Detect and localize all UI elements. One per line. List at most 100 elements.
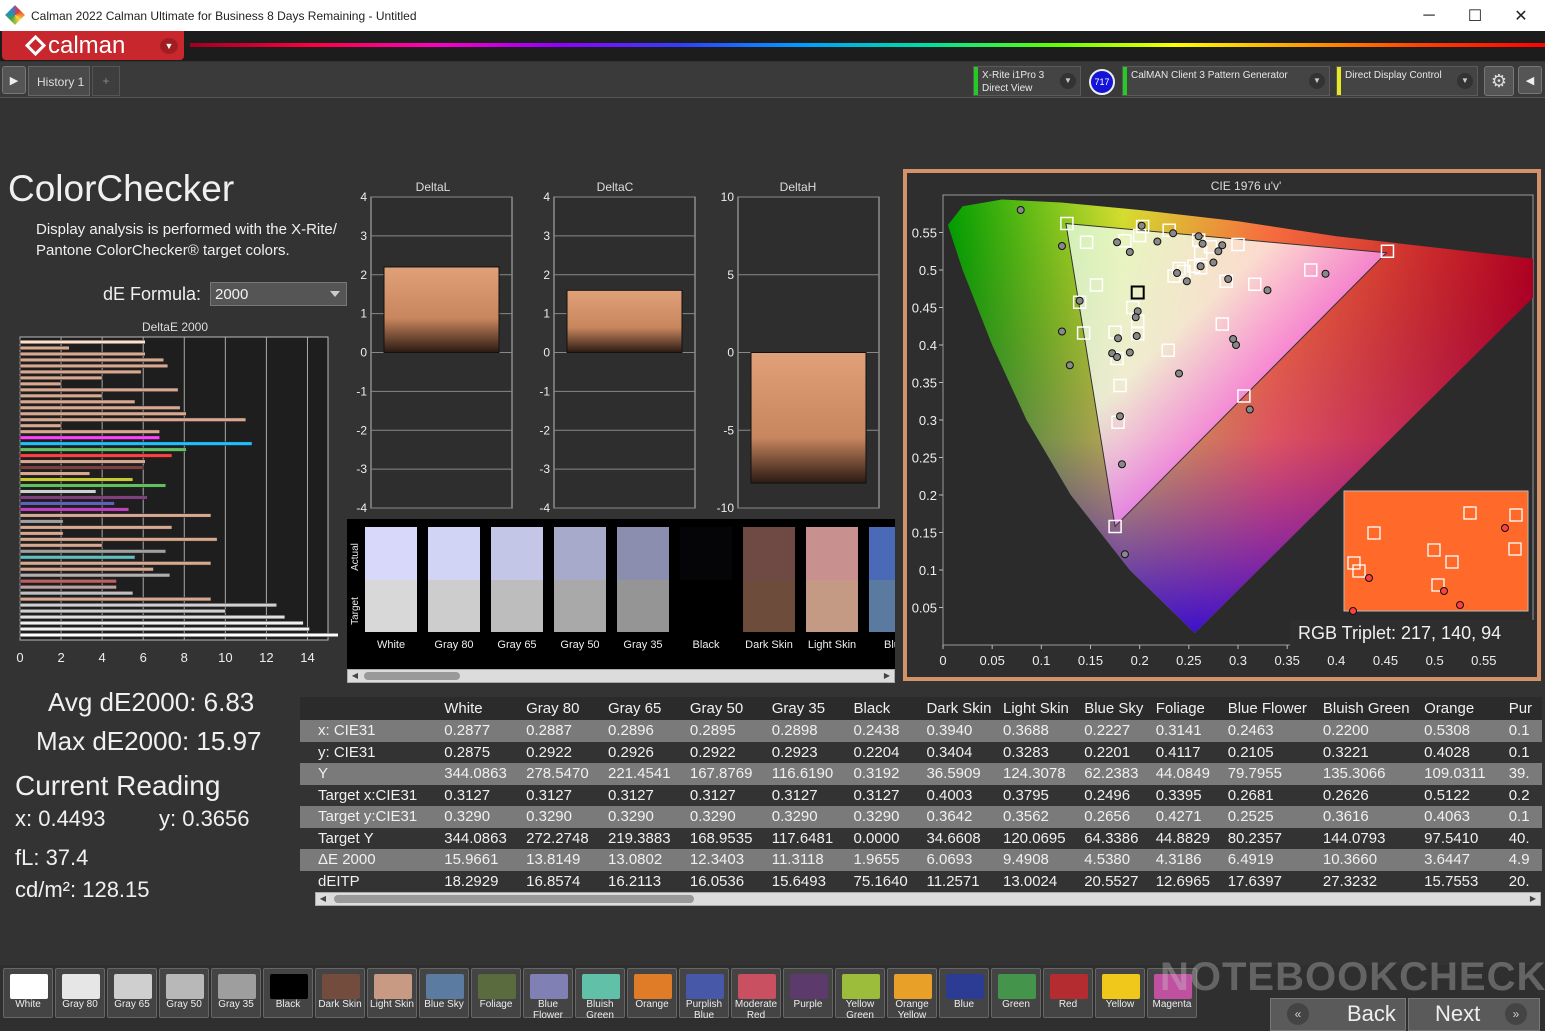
column-header[interactable]: Pur: [1502, 697, 1542, 720]
cie-measurement-point: [1229, 335, 1238, 343]
swatch-label: Black: [693, 639, 720, 651]
deltae-bar: [19, 507, 130, 512]
column-header[interactable]: Gray 65: [601, 697, 684, 720]
patch-selector-moderate-red[interactable]: Moderate Red: [731, 968, 781, 1021]
deltae-bar: [19, 351, 146, 356]
column-header[interactable]: Gray 80: [520, 697, 602, 720]
patch-selector-dark-skin[interactable]: Dark Skin: [315, 968, 365, 1018]
patch-label: Black: [275, 999, 301, 1010]
table-cell: 0.3192: [847, 763, 921, 785]
patch-selector-yellow-green[interactable]: Yellow Green: [835, 968, 885, 1021]
patch-selector-green[interactable]: Green: [991, 968, 1041, 1018]
table-cell: 15.7553: [1418, 870, 1503, 892]
table-row: Target y:CIE31 0.3290 0.3290 0.3290 0.3290 0.…: [300, 806, 1542, 828]
table-cell: 117.6481: [765, 827, 848, 849]
patch-selector-blue-flower[interactable]: Blue Flower: [523, 968, 573, 1021]
patch-chip: [790, 974, 828, 999]
patch-selector-bluish-green[interactable]: Bluish Green: [575, 968, 625, 1021]
patch-selector-gray-50[interactable]: Gray 50: [159, 968, 209, 1018]
close-button[interactable]: ✕: [1498, 0, 1544, 31]
column-header[interactable]: Gray 50: [683, 697, 766, 720]
actual-swatch: [680, 527, 732, 580]
column-header[interactable]: White: [438, 697, 521, 720]
patch-selector-black[interactable]: Black: [263, 968, 313, 1018]
table-cell: 6.0693: [920, 849, 997, 871]
table-cell: 16.8574: [520, 870, 602, 892]
patch-selector-orange-yellow[interactable]: Orange Yellow: [887, 968, 937, 1021]
cie-y-tick-label: 0.05: [912, 601, 937, 616]
expand-right-panel-button[interactable]: ◀: [1518, 66, 1542, 94]
patch-selector-gray-80[interactable]: Gray 80: [55, 968, 105, 1018]
cie-measurement-point: [1182, 277, 1191, 286]
column-header[interactable]: Bluish Green: [1316, 697, 1419, 720]
avg-de: Avg dE2000: 6.83: [48, 687, 255, 717]
table-scrollbar[interactable]: ◀ ▶: [315, 892, 1541, 906]
cie-y-tick-label: 0.1: [919, 563, 937, 578]
minimize-button[interactable]: ─: [1406, 0, 1452, 31]
column-header[interactable]: Light Skin: [997, 697, 1079, 720]
patch-chip: [10, 974, 48, 999]
patch-selector-purplish-blue[interactable]: Purplish Blue: [679, 968, 729, 1021]
calman-menu-button[interactable]: calman ▼: [2, 31, 184, 60]
cie-x-tick-label: 0: [939, 653, 946, 668]
deltae-tick-label: 8: [181, 650, 188, 665]
patch-selector-orange[interactable]: Orange: [627, 968, 677, 1018]
column-header[interactable]: Gray 35: [765, 697, 848, 720]
patch-selector-gray-35[interactable]: Gray 35: [211, 968, 261, 1018]
cie-measurement-point: [1209, 258, 1218, 267]
patch-selector-red[interactable]: Red: [1043, 968, 1093, 1018]
display-control-selector[interactable]: Direct Display Control ▼: [1336, 66, 1478, 96]
table-cell: 0.5122: [1418, 784, 1503, 806]
table-cell: 0.1: [1502, 741, 1542, 763]
delta-tick-label: 1: [360, 307, 367, 321]
meter-badge[interactable]: 717: [1089, 69, 1115, 95]
column-header[interactable]: Dark Skin: [920, 697, 997, 720]
table-cell: 0.3127: [683, 784, 766, 806]
current-fl: fL: 37.4: [15, 845, 89, 870]
maximize-button[interactable]: ☐: [1452, 0, 1498, 31]
patch-selector-light-skin[interactable]: Light Skin: [367, 968, 417, 1018]
deltae-bar: [19, 423, 62, 428]
column-header[interactable]: Orange: [1418, 697, 1503, 720]
column-header[interactable]: Black: [847, 697, 921, 720]
expand-left-panel-button[interactable]: ▶: [2, 66, 26, 94]
swatch-scrollbar[interactable]: ◀ ▶: [347, 669, 895, 683]
table-cell: 0.3940: [920, 720, 997, 742]
table-cell: 0.3290: [847, 806, 921, 828]
table-cell: 0.2496: [1078, 784, 1150, 806]
add-tab-button[interactable]: +: [92, 66, 120, 96]
pattern-generator-selector[interactable]: CalMAN Client 3 Pattern Generator ▼: [1122, 66, 1330, 96]
patch-selector-blue[interactable]: Blue: [939, 968, 989, 1018]
table-cell: 0.4003: [920, 784, 997, 806]
target-swatch: [554, 580, 606, 632]
target-swatch: [428, 580, 480, 632]
settings-button[interactable]: ⚙: [1484, 66, 1514, 96]
meter-selector[interactable]: X-Rite i1Pro 3 Direct View ▼: [973, 66, 1081, 96]
patch-selector-gray-65[interactable]: Gray 65: [107, 968, 157, 1018]
de-formula-value: 2000: [215, 286, 249, 303]
column-header[interactable]: Blue Sky: [1078, 697, 1150, 720]
column-header[interactable]: Foliage: [1149, 697, 1222, 720]
patch-selector-white[interactable]: White: [3, 968, 53, 1018]
patch-selector-blue-sky[interactable]: Blue Sky: [419, 968, 469, 1018]
back-button[interactable]: « Back: [1270, 998, 1406, 1031]
delta-tick-label: -4: [356, 501, 367, 515]
column-header[interactable]: Blue Flower: [1221, 697, 1317, 720]
table-cell: 167.8769: [683, 763, 766, 785]
patch-label: Gray 65: [114, 999, 150, 1010]
delta-tick-label: -5: [723, 423, 734, 437]
table-scroll-thumb[interactable]: [334, 895, 694, 903]
table-cell: 0.3221: [1316, 741, 1419, 763]
de-formula-select[interactable]: 2000: [210, 282, 347, 306]
table-cell: 0.3688: [997, 720, 1079, 742]
tab-history-1[interactable]: History 1: [28, 66, 90, 96]
swatch-scroll-thumb[interactable]: [364, 672, 460, 680]
table-cell: 11.3118: [765, 849, 848, 871]
patch-selector-purple[interactable]: Purple: [783, 968, 833, 1018]
meter-status-stripe: [974, 67, 978, 95]
deltae-bar: [19, 381, 62, 386]
patch-selector-foliage[interactable]: Foliage: [471, 968, 521, 1018]
table-row: Target Y 344.0863 272.2748 219.3883 168.9535…: [300, 827, 1542, 849]
patch-selector-yellow[interactable]: Yellow: [1095, 968, 1145, 1018]
next-button[interactable]: Next »: [1408, 998, 1540, 1031]
